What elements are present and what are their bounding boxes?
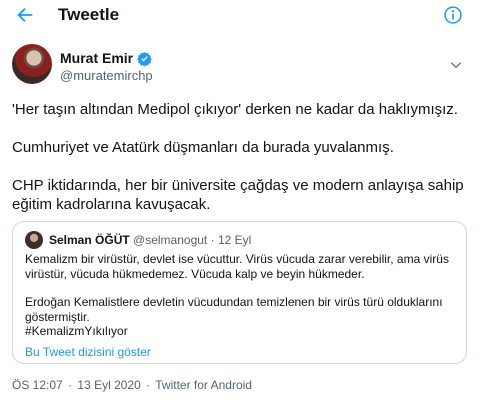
quoted-author-handle[interactable]: @selmanogut	[133, 233, 207, 247]
quoted-tweet-text: Kemalizm bir virüstür, devlet ise vücutt…	[25, 252, 455, 339]
quoted-paragraph: Erdoğan Kemalistlere devletin vücudundan…	[25, 295, 443, 324]
separator-dot: ·	[68, 378, 73, 392]
separator-dot: ·	[210, 233, 215, 247]
author-handle[interactable]: @muratemirchp	[60, 68, 153, 83]
quoted-paragraph: Kemalizm bir virüstür, devlet ise vücutt…	[25, 252, 449, 281]
quoted-hashtag[interactable]: #KemalizmYıkılıyor	[25, 324, 455, 339]
page-title: Tweetle	[58, 5, 120, 24]
show-thread-link[interactable]: Bu Tweet dizisini göster	[25, 345, 151, 359]
author-name-line[interactable]: Murat Emir	[60, 50, 152, 66]
quoted-tweet[interactable]: Selman ÖĞÜT @selmanogut · 12 Eyl Kemaliz…	[12, 221, 467, 364]
info-icon[interactable]	[443, 5, 463, 25]
top-bar: Tweetle	[0, 0, 483, 30]
quoted-author-avatar[interactable]	[25, 231, 43, 249]
author-avatar[interactable]	[12, 44, 52, 84]
tweet-source[interactable]: Twitter for Android	[155, 378, 252, 392]
tweet-text: 'Her taşın altından Medipol çıkıyor' der…	[12, 100, 472, 233]
quoted-author-name[interactable]: Selman ÖĞÜT	[49, 233, 130, 247]
quoted-tweet-header: Selman ÖĞÜT @selmanogut · 12 Eyl	[49, 233, 251, 247]
back-arrow-icon[interactable]	[14, 4, 36, 26]
verified-badge-icon	[137, 51, 152, 66]
tweet-paragraph: Cumhuriyet ve Atatürk düşmanları da bura…	[12, 139, 394, 156]
chevron-down-icon[interactable]	[449, 58, 463, 72]
tweet-date[interactable]: 13 Eyl 2020	[77, 378, 140, 392]
tweet-paragraph: CHP iktidarında, her bir üniversite çağd…	[12, 177, 464, 213]
tweet-paragraph: 'Her taşın altından Medipol çıkıyor' der…	[12, 101, 458, 118]
tweet-time[interactable]: ÖS 12:07	[12, 378, 63, 392]
author-name[interactable]: Murat Emir	[60, 50, 133, 66]
separator-dot: ·	[146, 378, 151, 392]
tweet-footer: ÖS 12:07 · 13 Eyl 2020 · Twitter for And…	[12, 378, 252, 392]
quoted-tweet-date[interactable]: 12 Eyl	[218, 233, 251, 247]
